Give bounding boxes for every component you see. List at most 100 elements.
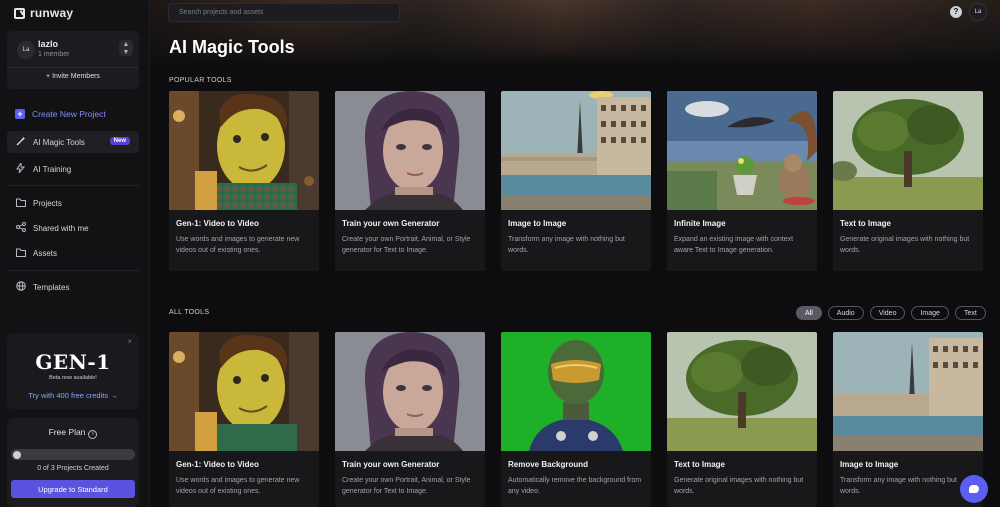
- tool-thumbnail: [501, 91, 651, 210]
- invite-members-button[interactable]: + Invite Members: [7, 73, 139, 80]
- new-badge: New: [109, 137, 130, 145]
- tool-card-text-to-image[interactable]: Text to Image Generate original images w…: [833, 91, 983, 271]
- tool-thumbnail: [169, 91, 319, 210]
- close-icon[interactable]: ×: [127, 337, 132, 346]
- popular-tools-label: POPULAR TOOLS: [169, 77, 232, 84]
- team-switcher[interactable]: La lazlo 1 member ▲ ▼ + Invite Members: [7, 31, 139, 89]
- logo-text: runway: [30, 6, 74, 20]
- tool-card-gen1[interactable]: Gen-1: Video to Video Use words and imag…: [169, 332, 319, 507]
- sidebar-item-ai-magic-tools[interactable]: AI Magic Tools New: [7, 131, 139, 153]
- sidebar-item-projects[interactable]: Projects: [7, 192, 139, 214]
- filter-audio[interactable]: Audio: [827, 306, 864, 320]
- filter-text[interactable]: Text: [954, 306, 986, 320]
- runway-logo-icon: [14, 7, 25, 19]
- tool-card-train-generator[interactable]: Train your own Generator Create your own…: [335, 91, 485, 271]
- lightning-icon: [15, 161, 26, 175]
- main-content: Search projects and assets ? La AI Magic…: [150, 0, 1000, 507]
- plan-title-text: Free Plan: [48, 427, 86, 437]
- projects-progress-bar: [11, 449, 135, 460]
- sidebar-item-label: Templates: [33, 282, 70, 292]
- sidebar-item-label: AI Magic Tools: [33, 137, 85, 147]
- tool-thumbnail: [833, 91, 983, 210]
- tool-card-title: Image to Image: [508, 219, 567, 228]
- tool-thumbnail: [833, 332, 983, 451]
- folder-icon: [15, 198, 26, 209]
- divider: [7, 67, 139, 68]
- all-tools-label: ALL TOOLS: [169, 309, 210, 316]
- progress-knob: [13, 450, 21, 459]
- chat-support-button[interactable]: [960, 475, 988, 503]
- plan-title: Free Plan i: [7, 427, 139, 439]
- tool-card-infinite-image[interactable]: Infinite Image Expand an existing image …: [667, 91, 817, 271]
- tool-card-title: Gen-1: Video to Video: [176, 460, 259, 469]
- create-new-project-button[interactable]: + Create New Project: [7, 103, 139, 125]
- tool-card-image-to-image[interactable]: Image to Image Transform any image with …: [833, 332, 983, 507]
- sidebar-item-templates[interactable]: Templates: [7, 276, 139, 298]
- tool-card-remove-background[interactable]: Remove Background Automatically remove t…: [501, 332, 651, 507]
- tool-card-title: Train your own Generator: [342, 460, 440, 469]
- team-name: lazlo: [38, 39, 59, 49]
- tool-card-description: Automatically remove the background from…: [508, 477, 642, 495]
- tool-filter-chips: All Audio Video Image Text: [796, 306, 986, 320]
- tool-card-description: Use words and images to generate new vid…: [176, 477, 300, 495]
- page-title: AI Magic Tools: [169, 37, 295, 57]
- tool-card-title: Text to Image: [674, 460, 725, 469]
- tool-card-description: Transform any image with nothing but wor…: [840, 477, 957, 495]
- divider: [7, 270, 139, 271]
- gen1-logo: GEN-1: [35, 350, 111, 374]
- filter-image[interactable]: Image: [911, 306, 949, 320]
- tool-thumbnail: [667, 332, 817, 451]
- gen1-promo-card: × GEN-1 Beta now available! Try with 400…: [7, 333, 139, 409]
- plan-card: Free Plan i 0 of 3 Projects Created Upgra…: [7, 418, 139, 507]
- filter-all[interactable]: All: [796, 306, 822, 320]
- filter-video[interactable]: Video: [869, 306, 906, 320]
- team-avatar: La: [17, 41, 35, 59]
- tool-card-title: Text to Image: [840, 219, 891, 228]
- chat-bubble-icon: [969, 485, 979, 493]
- sidebar-item-label: Create New Project: [32, 109, 106, 119]
- tool-card-description: Create your own Portrait, Animal, or Sty…: [342, 477, 471, 495]
- try-free-credits-link[interactable]: Try with 400 free credits →: [7, 391, 139, 400]
- tool-card-description: Create your own Portrait, Animal, or Sty…: [342, 236, 471, 254]
- tool-thumbnail: [335, 332, 485, 451]
- tool-card-description: Use words and images to generate new vid…: [176, 236, 300, 254]
- tool-card-description: Generate original images with nothing bu…: [674, 477, 804, 495]
- sidebar-item-label: AI Training: [33, 164, 72, 174]
- info-icon[interactable]: i: [88, 430, 98, 439]
- globe-icon: [15, 281, 26, 293]
- sidebar-item-assets[interactable]: Assets: [7, 242, 139, 264]
- divider: [7, 185, 139, 186]
- tool-card-description: Generate original images with nothing bu…: [840, 236, 970, 254]
- tool-card-text-to-image[interactable]: Text to Image Generate original images w…: [667, 332, 817, 507]
- tool-card-train-generator[interactable]: Train your own Generator Create your own…: [335, 332, 485, 507]
- tool-card-title: Image to Image: [840, 460, 899, 469]
- user-avatar[interactable]: La: [969, 3, 987, 21]
- sidebar-item-ai-training[interactable]: AI Training: [7, 158, 139, 180]
- tool-card-description: Transform any image with nothing but wor…: [508, 236, 625, 254]
- tool-thumbnail: [335, 91, 485, 210]
- tool-card-image-to-image[interactable]: Image to Image Transform any image with …: [501, 91, 651, 271]
- upgrade-button[interactable]: Upgrade to Standard: [11, 480, 135, 498]
- sidebar-item-label: Assets: [33, 248, 58, 258]
- sidebar-item-shared-with-me[interactable]: Shared with me: [7, 217, 139, 239]
- tool-card-gen1[interactable]: Gen-1: Video to Video Use words and imag…: [169, 91, 319, 271]
- help-icon[interactable]: ?: [950, 6, 962, 18]
- share-icon: [15, 222, 26, 234]
- assets-folder-icon: [15, 248, 26, 259]
- projects-created-count: 0 of 3 Projects Created: [37, 465, 109, 472]
- promo-subtitle: Beta now available!: [49, 375, 97, 381]
- sidebar-item-label: Projects: [33, 198, 62, 208]
- runway-logo[interactable]: runway: [14, 6, 73, 20]
- chevron-updown-icon[interactable]: ▲ ▼: [119, 40, 133, 56]
- tool-card-title: Train your own Generator: [342, 219, 440, 228]
- sidebar-item-label: Shared with me: [33, 223, 89, 233]
- tool-card-title: Remove Background: [508, 460, 589, 469]
- tool-thumbnail: [501, 332, 651, 451]
- tool-thumbnail: [169, 332, 319, 451]
- tool-card-title: Gen-1: Video to Video: [176, 219, 259, 228]
- magic-wand-icon: [15, 136, 26, 148]
- tool-card-description: Expand an existing image with context aw…: [674, 236, 794, 254]
- tool-card-title: Infinite Image: [674, 219, 726, 228]
- search-input[interactable]: Search projects and assets: [168, 3, 400, 22]
- plus-icon: +: [15, 109, 25, 119]
